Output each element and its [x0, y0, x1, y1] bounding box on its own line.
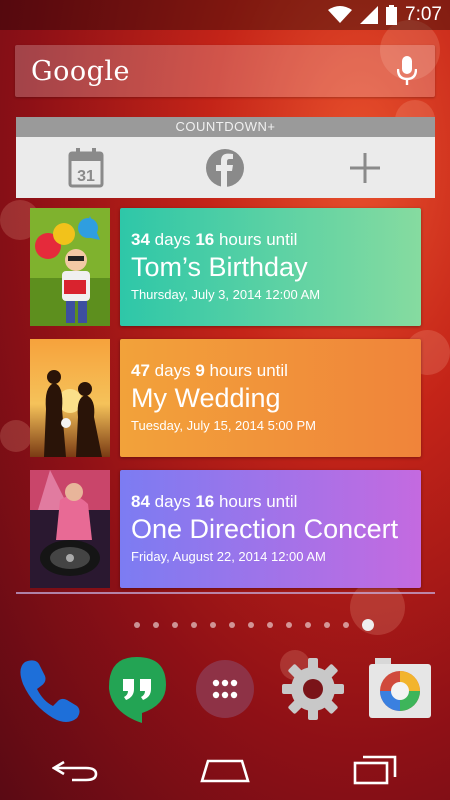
- event-photo-birthday: [30, 208, 110, 326]
- calendar-icon: 31: [68, 147, 104, 187]
- dock: [0, 652, 450, 726]
- status-time: 7:07: [405, 4, 442, 25]
- widget-title: COUNTDOWN+: [16, 117, 435, 137]
- search-bar[interactable]: Google: [15, 45, 435, 97]
- event-date: Thursday, July 3, 2014 12:00 AM: [131, 287, 321, 302]
- event-row-wedding[interactable]: 47 days 9 hours until My Wedding Tuesday…: [30, 339, 421, 457]
- navigation-bar: [0, 740, 450, 800]
- google-logo: Google: [31, 55, 130, 87]
- event-countdown: 34 days 16 hours until: [131, 230, 298, 249]
- event-date: Tuesday, July 15, 2014 5:00 PM: [131, 418, 316, 433]
- page-dot[interactable]: [324, 622, 330, 628]
- page-dot[interactable]: [343, 622, 349, 628]
- bokeh-light: [0, 420, 32, 452]
- calendar-button[interactable]: 31: [51, 137, 121, 198]
- home-button[interactable]: [185, 745, 265, 795]
- back-icon: [52, 760, 98, 782]
- page-indicator: [0, 618, 450, 632]
- facebook-icon: [206, 148, 245, 188]
- event-title: One Direction Concert: [131, 514, 399, 544]
- event-row-concert[interactable]: 84 days 16 hours until One Direction Con…: [30, 470, 421, 588]
- microphone-icon[interactable]: [397, 56, 417, 86]
- event-card[interactable]: 84 days 16 hours until One Direction Con…: [120, 470, 421, 588]
- widget-toolbar: 31: [16, 137, 435, 198]
- page-dot[interactable]: [172, 622, 178, 628]
- page-dot[interactable]: [210, 622, 216, 628]
- wifi-icon: [328, 6, 353, 23]
- event-title: Tom’s Birthday: [131, 252, 308, 282]
- phone-icon: [20, 660, 80, 722]
- settings-app[interactable]: [277, 653, 349, 725]
- event-countdown: 84 days 16 hours until: [131, 492, 298, 511]
- page-dot[interactable]: [153, 622, 159, 628]
- battery-icon: [386, 5, 398, 25]
- add-event-button[interactable]: [330, 137, 400, 198]
- phone-app[interactable]: [14, 653, 86, 725]
- hangouts-icon: [109, 657, 167, 723]
- recents-button[interactable]: [335, 745, 415, 795]
- event-photo-wedding: [30, 339, 110, 457]
- widget-divider: [16, 592, 435, 594]
- page-dot[interactable]: [267, 622, 273, 628]
- camera-app[interactable]: [364, 653, 436, 725]
- event-card[interactable]: 47 days 9 hours until My Wedding Tuesday…: [120, 339, 421, 457]
- page-dot[interactable]: [191, 622, 197, 628]
- home-icon: [200, 759, 250, 783]
- facebook-button[interactable]: [190, 137, 260, 198]
- app-drawer-icon: [195, 660, 254, 718]
- recents-icon: [353, 755, 397, 785]
- event-title: My Wedding: [131, 383, 281, 413]
- signal-icon: [360, 6, 379, 24]
- event-date: Friday, August 22, 2014 12:00 AM: [131, 549, 326, 564]
- page-dot[interactable]: [229, 622, 235, 628]
- plus-icon: [350, 152, 381, 183]
- app-drawer[interactable]: [189, 653, 261, 725]
- page-dot[interactable]: [286, 622, 292, 628]
- page-dot[interactable]: [248, 622, 254, 628]
- page-dot[interactable]: [134, 622, 140, 628]
- hangouts-app[interactable]: [101, 653, 173, 725]
- event-card[interactable]: 34 days 16 hours until Tom’s Birthday Th…: [120, 208, 421, 326]
- back-button[interactable]: [35, 745, 115, 795]
- calendar-day: 31: [77, 168, 95, 185]
- camera-icon: [369, 658, 432, 718]
- event-row-birthday[interactable]: 34 days 16 hours until Tom’s Birthday Th…: [30, 208, 421, 326]
- page-dot-current[interactable]: [362, 619, 374, 631]
- event-countdown: 47 days 9 hours until: [131, 361, 288, 380]
- status-bar: 7:07: [0, 0, 450, 30]
- page-dot[interactable]: [305, 622, 311, 628]
- event-photo-concert: [30, 470, 110, 588]
- settings-icon: [281, 658, 344, 720]
